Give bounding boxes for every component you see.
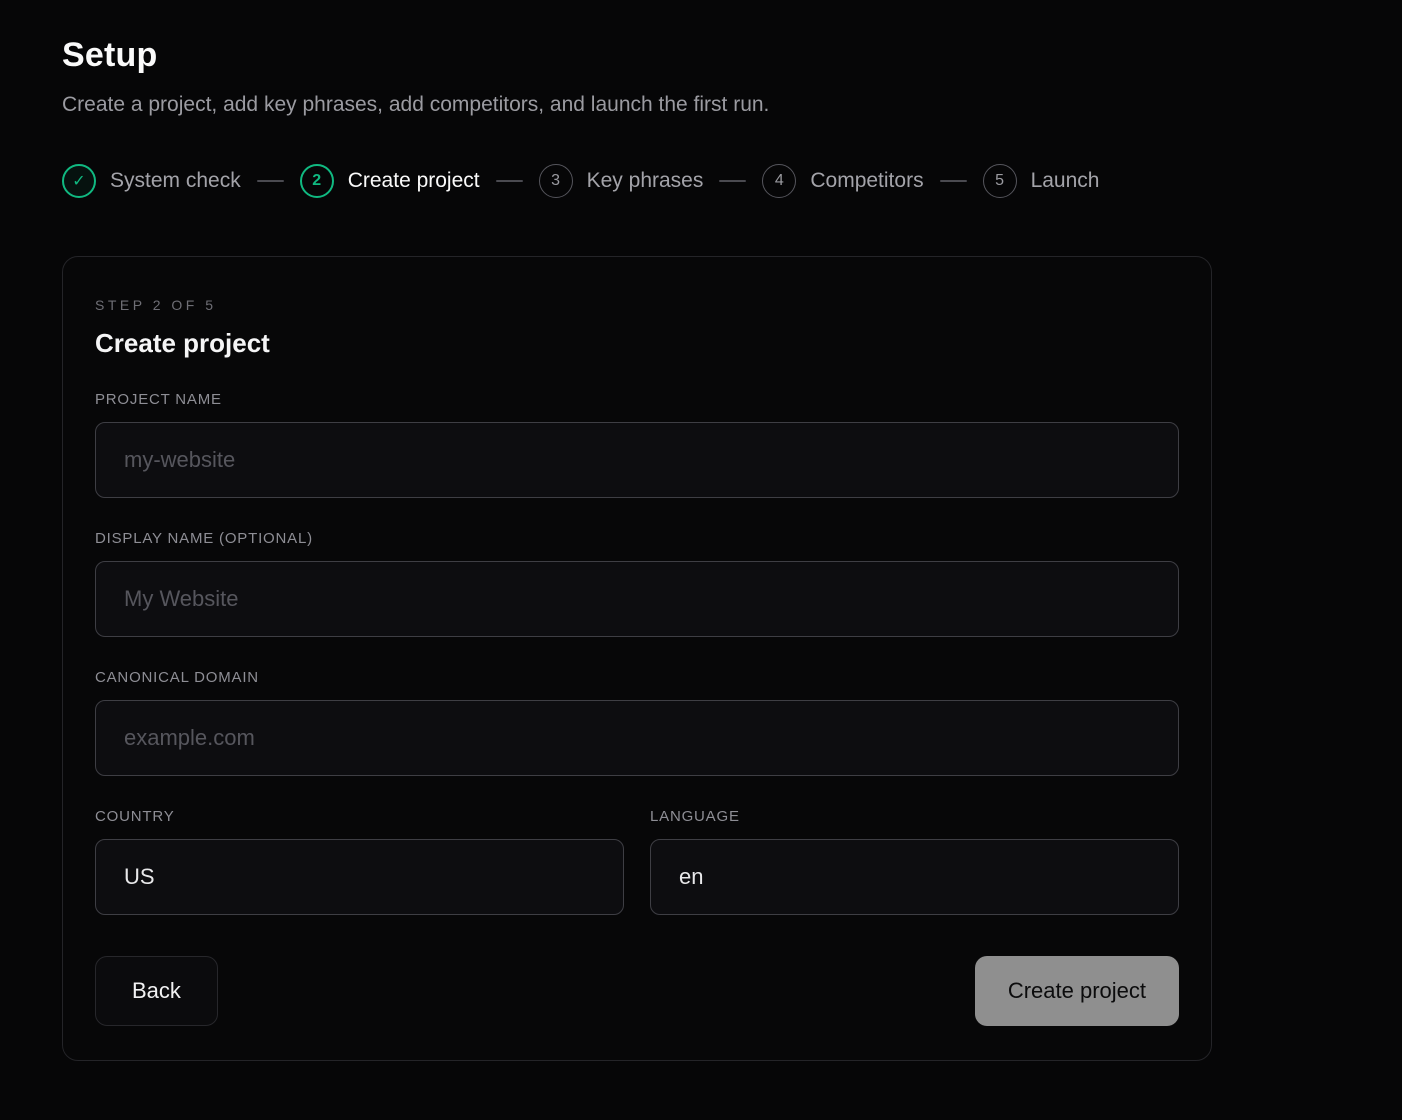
step-number-badge: 4 bbox=[762, 164, 796, 198]
stepper-separator bbox=[496, 180, 523, 182]
page-subtitle: Create a project, add key phrases, add c… bbox=[62, 93, 1340, 117]
stepper-separator bbox=[719, 180, 746, 182]
display-name-field-group: DISPLAY NAME (OPTIONAL) bbox=[95, 530, 1179, 637]
language-label: LANGUAGE bbox=[650, 808, 1179, 825]
project-name-field-group: PROJECT NAME bbox=[95, 391, 1179, 498]
project-name-input[interactable] bbox=[95, 422, 1179, 498]
create-project-button[interactable]: Create project bbox=[975, 956, 1179, 1026]
language-field-group: LANGUAGE bbox=[650, 808, 1179, 915]
stepper-item-launch[interactable]: 5 Launch bbox=[983, 164, 1100, 198]
stepper-item-label: Key phrases bbox=[587, 169, 704, 193]
stepper-separator bbox=[940, 180, 967, 182]
stepper-item-system-check[interactable]: ✓ System check bbox=[62, 164, 241, 198]
stepper-item-create-project[interactable]: 2 Create project bbox=[300, 164, 480, 198]
check-icon: ✓ bbox=[62, 164, 96, 198]
page-title: Setup bbox=[62, 36, 1340, 75]
create-project-card: STEP 2 OF 5 Create project PROJECT NAME … bbox=[62, 256, 1212, 1061]
stepper-item-label: Launch bbox=[1031, 169, 1100, 193]
card-footer: Back Create project bbox=[95, 956, 1179, 1026]
country-input[interactable] bbox=[95, 839, 624, 915]
canonical-domain-label: CANONICAL DOMAIN bbox=[95, 669, 1179, 686]
stepper-item-label: Create project bbox=[348, 169, 480, 193]
stepper-item-competitors[interactable]: 4 Competitors bbox=[762, 164, 923, 198]
canonical-domain-input[interactable] bbox=[95, 700, 1179, 776]
stepper-item-label: Competitors bbox=[810, 169, 923, 193]
setup-stepper: ✓ System check 2 Create project 3 Key ph… bbox=[62, 164, 1340, 198]
step-number-badge: 5 bbox=[983, 164, 1017, 198]
language-input[interactable] bbox=[650, 839, 1179, 915]
stepper-separator bbox=[257, 180, 284, 182]
display-name-label: DISPLAY NAME (OPTIONAL) bbox=[95, 530, 1179, 547]
stepper-item-key-phrases[interactable]: 3 Key phrases bbox=[539, 164, 704, 198]
card-title: Create project bbox=[95, 328, 1179, 359]
stepper-item-label: System check bbox=[110, 169, 241, 193]
country-label: COUNTRY bbox=[95, 808, 624, 825]
display-name-input[interactable] bbox=[95, 561, 1179, 637]
setup-page: Setup Create a project, add key phrases,… bbox=[0, 0, 1402, 1120]
country-language-row: COUNTRY LANGUAGE bbox=[95, 808, 1179, 915]
step-number-badge: 3 bbox=[539, 164, 573, 198]
step-number-badge: 2 bbox=[300, 164, 334, 198]
back-button[interactable]: Back bbox=[95, 956, 218, 1026]
step-progress-label: STEP 2 OF 5 bbox=[95, 297, 1179, 313]
country-field-group: COUNTRY bbox=[95, 808, 624, 915]
project-name-label: PROJECT NAME bbox=[95, 391, 1179, 408]
canonical-domain-field-group: CANONICAL DOMAIN bbox=[95, 669, 1179, 776]
